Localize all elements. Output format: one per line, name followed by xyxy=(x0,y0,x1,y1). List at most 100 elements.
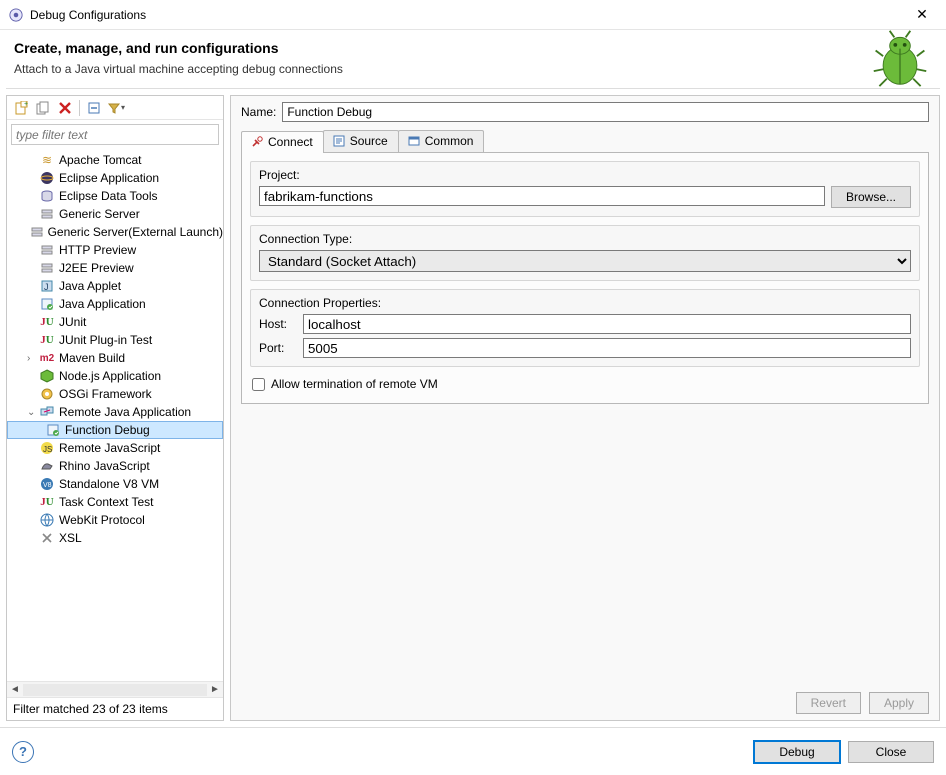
window-close-button[interactable]: ✕ xyxy=(906,0,938,30)
scroll-track[interactable] xyxy=(23,684,207,696)
js-icon: JS xyxy=(39,440,55,456)
tree-item[interactable]: J2EE Preview xyxy=(7,259,223,277)
remote-java-icon xyxy=(39,404,55,420)
eclipse-icon xyxy=(39,170,55,186)
connection-type-select[interactable]: Standard (Socket Attach) xyxy=(259,250,911,272)
tree-item-label: JUnit Plug-in Test xyxy=(59,333,152,347)
allow-termination-checkbox[interactable] xyxy=(252,378,265,391)
tree-item[interactable]: XSL xyxy=(7,529,223,547)
port-input[interactable] xyxy=(303,338,911,358)
java-app-icon xyxy=(39,296,55,312)
tree-item[interactable]: Rhino JavaScript xyxy=(7,457,223,475)
tree-item-label: Java Application xyxy=(59,297,146,311)
junit-plugin-icon: JU xyxy=(39,332,55,348)
tomcat-icon: ≋ xyxy=(39,152,55,168)
tree-item[interactable]: Function Debug xyxy=(7,421,223,439)
tab-common[interactable]: Common xyxy=(398,130,485,152)
tree-item-label: Eclipse Data Tools xyxy=(59,189,158,203)
apply-button[interactable]: Apply xyxy=(869,692,929,714)
tree-item-label: Function Debug xyxy=(65,423,150,437)
config-tree[interactable]: ≋Apache Tomcat Eclipse Application Eclipse… xyxy=(7,149,223,681)
expander-icon[interactable]: ⌄ xyxy=(27,407,39,418)
tree-item[interactable]: ›m2 Maven Build xyxy=(7,349,223,367)
tree-item[interactable]: Generic Server(External Launch) xyxy=(7,223,223,241)
common-icon xyxy=(407,134,421,148)
debug-button[interactable]: Debug xyxy=(754,741,840,763)
tree-item[interactable]: Generic Server xyxy=(7,205,223,223)
tabs: Connect Source Common xyxy=(241,130,929,153)
xsl-icon xyxy=(39,530,55,546)
tree-item[interactable]: ⌄Remote Java Application xyxy=(7,403,223,421)
server-icon xyxy=(39,260,55,276)
host-label: Host: xyxy=(259,317,295,331)
tree-item[interactable]: ≋Apache Tomcat xyxy=(7,151,223,169)
tree-item[interactable]: JUTask Context Test xyxy=(7,493,223,511)
task-icon: JU xyxy=(39,494,55,510)
svg-text:+: + xyxy=(24,101,28,108)
tree-item-label: Generic Server xyxy=(59,207,140,221)
expander-icon[interactable]: › xyxy=(27,353,39,364)
rhino-icon xyxy=(39,458,55,474)
datatools-icon xyxy=(39,188,55,204)
connection-properties-group: Connection Properties: Host: Port: xyxy=(250,289,920,367)
scroll-right-icon[interactable]: ► xyxy=(207,682,223,698)
tree-item[interactable]: JJava Applet xyxy=(7,277,223,295)
tree-item[interactable]: WebKit Protocol xyxy=(7,511,223,529)
server-icon xyxy=(39,242,55,258)
tree-item-label: HTTP Preview xyxy=(59,243,136,257)
duplicate-config-icon[interactable] xyxy=(33,98,53,118)
browse-button[interactable]: Browse... xyxy=(831,186,911,208)
node-icon xyxy=(39,368,55,384)
tab-body-connect: Project: Browse... Connection Type: Stan… xyxy=(241,153,929,404)
app-icon xyxy=(8,7,24,23)
new-config-icon[interactable]: + xyxy=(11,98,31,118)
tree-item[interactable]: Eclipse Data Tools xyxy=(7,187,223,205)
tree-item[interactable]: Node.js Application xyxy=(7,367,223,385)
tree-item-label: Eclipse Application xyxy=(59,171,159,185)
allow-termination-label[interactable]: Allow termination of remote VM xyxy=(271,377,438,391)
filter-input[interactable] xyxy=(11,124,219,145)
tree-item[interactable]: Eclipse Application xyxy=(7,169,223,187)
server-icon xyxy=(30,224,44,240)
revert-button[interactable]: Revert xyxy=(796,692,861,714)
svg-text:JS: JS xyxy=(43,445,52,454)
tree-item-label: Standalone V8 VM xyxy=(59,477,159,491)
tree-item[interactable]: OSGi Framework xyxy=(7,385,223,403)
tree-item[interactable]: HTTP Preview xyxy=(7,241,223,259)
filter-menu-icon[interactable]: ▾ xyxy=(106,98,126,118)
name-input[interactable] xyxy=(282,102,929,122)
port-label: Port: xyxy=(259,341,295,355)
svg-text:J: J xyxy=(44,282,49,292)
tree-item-label: XSL xyxy=(59,531,82,545)
tab-source[interactable]: Source xyxy=(323,130,399,152)
horizontal-scrollbar[interactable]: ◄ ► xyxy=(7,681,223,697)
tree-item-label: Maven Build xyxy=(59,351,125,365)
header-title: Create, manage, and run configurations xyxy=(14,40,932,56)
tree-item-label: Node.js Application xyxy=(59,369,161,383)
connection-type-group: Connection Type: Standard (Socket Attach… xyxy=(250,225,920,281)
tree-item[interactable]: V8 Standalone V8 VM xyxy=(7,475,223,493)
host-input[interactable] xyxy=(303,314,911,334)
delete-config-icon[interactable] xyxy=(55,98,75,118)
junit-icon: JU xyxy=(39,314,55,330)
project-input[interactable] xyxy=(259,186,825,206)
tab-connect[interactable]: Connect xyxy=(241,131,324,153)
configurations-panel: + ▾ ≋Apache Tomcat Eclipse Application Ecl… xyxy=(6,95,224,721)
tree-item[interactable]: Java Application xyxy=(7,295,223,313)
osgi-icon xyxy=(39,386,55,402)
tree-item-label: Generic Server(External Launch) xyxy=(48,225,223,239)
source-icon xyxy=(332,134,346,148)
tree-item[interactable]: JSRemote JavaScript xyxy=(7,439,223,457)
collapse-all-icon[interactable] xyxy=(84,98,104,118)
tab-source-label: Source xyxy=(350,134,388,148)
tree-item-label: WebKit Protocol xyxy=(59,513,145,527)
dialog-header: Create, manage, and run configurations A… xyxy=(0,30,946,88)
help-icon[interactable]: ? xyxy=(12,741,34,763)
scroll-left-icon[interactable]: ◄ xyxy=(7,682,23,698)
v8-icon: V8 xyxy=(39,476,55,492)
tree-item[interactable]: JUJUnit xyxy=(7,313,223,331)
tree-item[interactable]: JU JUnit Plug-in Test xyxy=(7,331,223,349)
maven-icon: m2 xyxy=(39,350,55,366)
close-button[interactable]: Close xyxy=(848,741,934,763)
project-label: Project: xyxy=(259,168,911,182)
